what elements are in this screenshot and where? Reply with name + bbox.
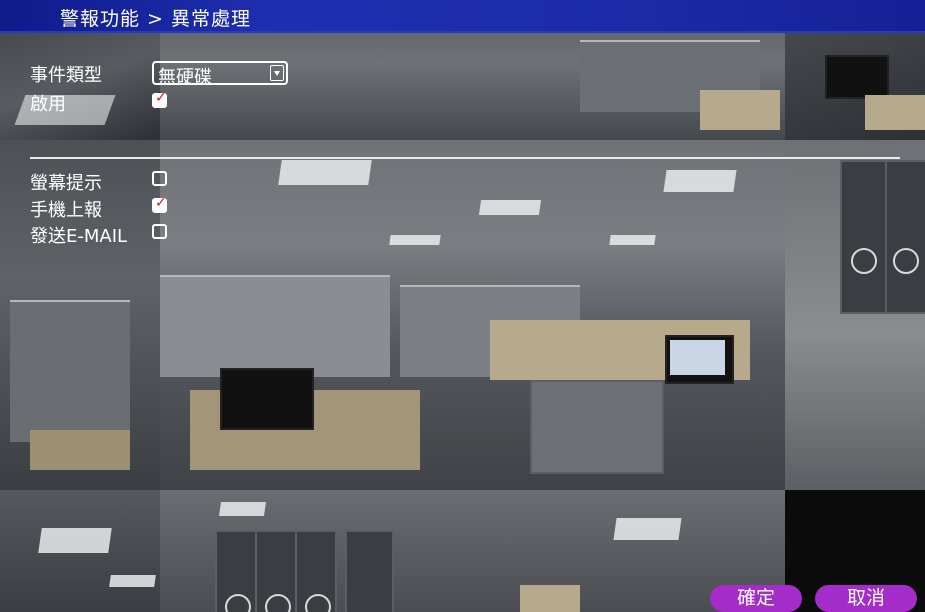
mobile-report-checkbox[interactable]: ✓ — [152, 195, 167, 213]
chevron-down-icon[interactable] — [270, 65, 284, 81]
cancel-button[interactable]: 取消 — [815, 585, 917, 612]
dvr-screen: 警報功能 > 異常處理 事件類型 無硬碟 啟用 ✓ 螢幕提示 手機上報 ✓ 發送… — [0, 0, 925, 612]
camera-tile-bottom-center — [160, 490, 785, 612]
screen-prompt-checkbox[interactable] — [152, 171, 167, 186]
camera-tile-bottom-left — [0, 490, 160, 612]
camera-tile-middle-right — [785, 140, 925, 490]
page-title: 警報功能 > 異常處理 — [60, 8, 251, 30]
event-type-value: 無硬碟 — [158, 67, 212, 88]
title-bar: 警報功能 > 異常處理 — [0, 0, 925, 33]
mobile-report-label: 手機上報 — [30, 200, 102, 221]
enable-label: 啟用 — [30, 94, 66, 115]
send-email-checkbox[interactable] — [152, 224, 167, 239]
divider — [30, 157, 900, 159]
event-type-label: 事件類型 — [30, 65, 102, 86]
ok-button[interactable]: 確定 — [710, 585, 802, 612]
send-email-label: 發送E-MAIL — [30, 226, 128, 247]
check-icon: ✓ — [155, 90, 167, 106]
camera-tile-main — [160, 140, 785, 490]
check-icon: ✓ — [155, 195, 167, 211]
enable-checkbox[interactable]: ✓ — [152, 90, 167, 108]
screen-prompt-label: 螢幕提示 — [30, 173, 102, 194]
event-type-dropdown[interactable]: 無硬碟 — [152, 61, 288, 88]
